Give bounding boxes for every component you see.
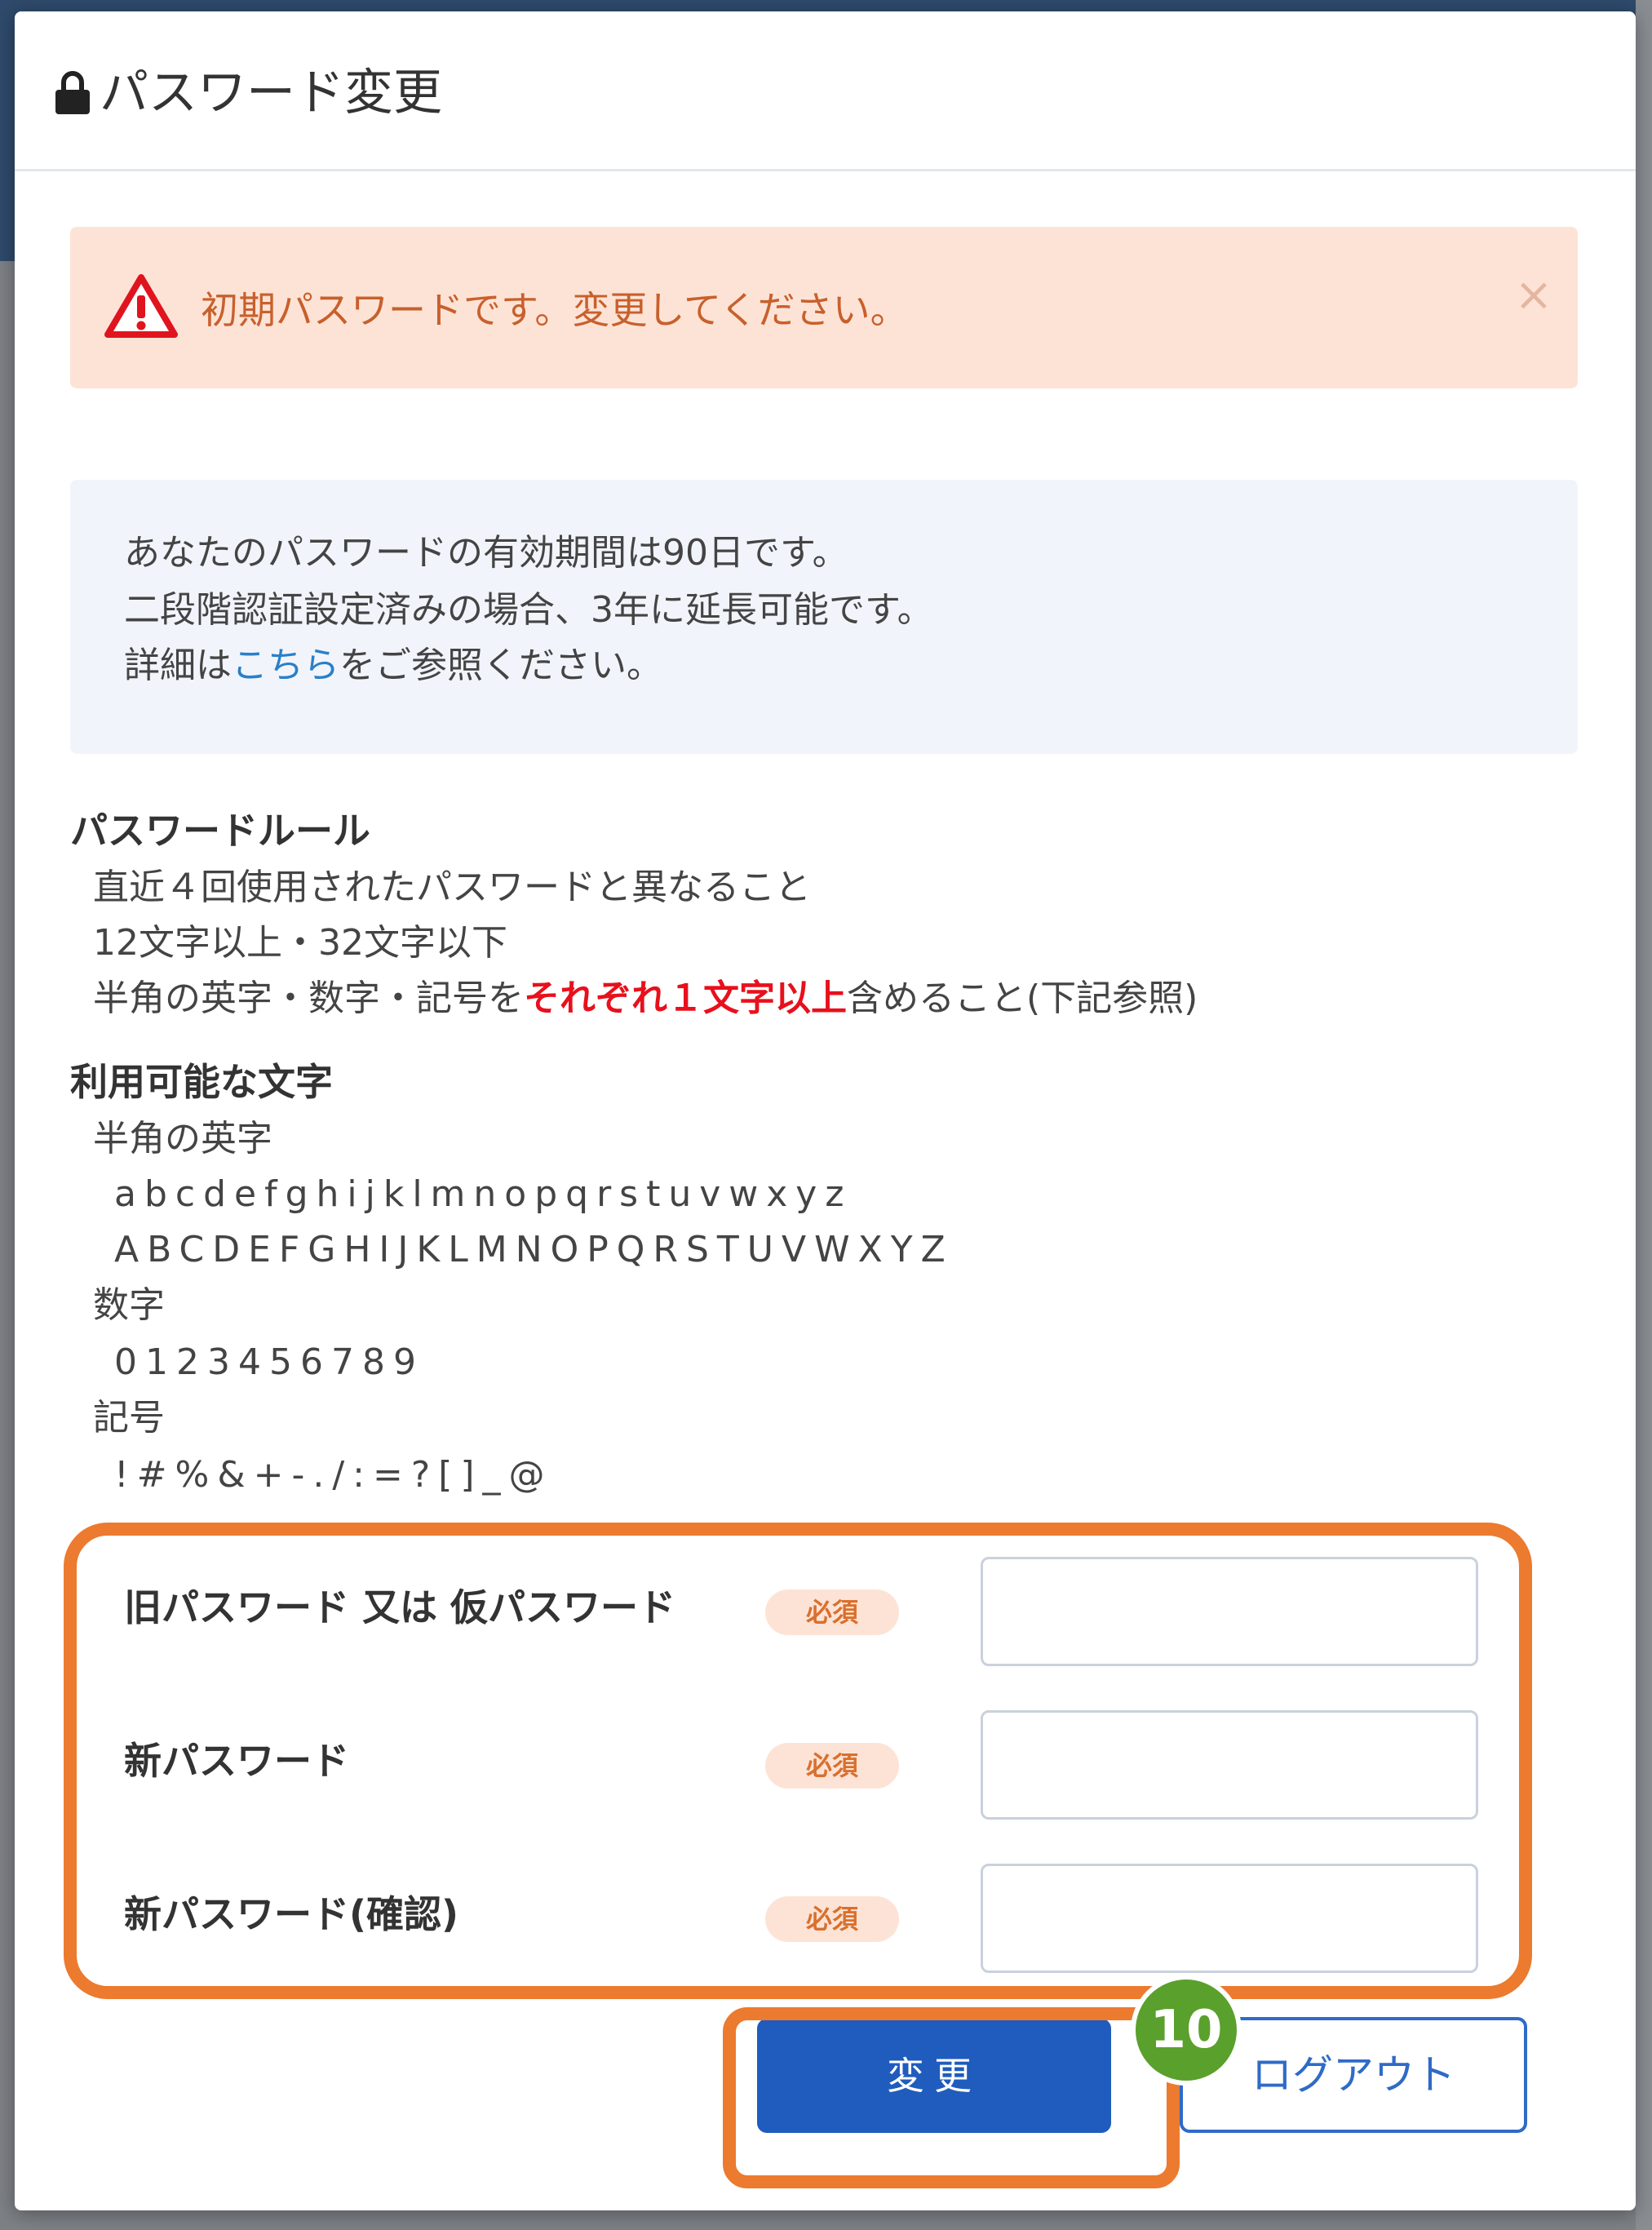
- alert-message: 初期パスワードです。変更してください。: [201, 288, 908, 332]
- digit-label: 数字: [93, 1284, 165, 1326]
- rule-length: 12文字以上・32文字以下: [93, 922, 507, 964]
- validity-info-box: あなたのパスワードの有効期間は90日です。 二段階認証設定済みの場合、3年に延長…: [70, 480, 1578, 754]
- rule-composition: 半角の英字・数字・記号をそれぞれ１文字以上含めること(下記参照): [93, 974, 1198, 1023]
- uppercase-chars: ABCDEFGHIJKLMNOPQRSTUVWXYZ: [114, 1229, 954, 1270]
- rule-composition-prefix: 半角の英字・数字・記号を: [93, 978, 524, 1019]
- modal-title: パスワード変更: [100, 64, 442, 122]
- warning-icon: [104, 274, 178, 338]
- rule-history: 直近４回使用されたパスワードと異なること: [93, 867, 811, 908]
- form-annotation-highlight: [64, 1523, 1532, 1999]
- modal-header: パスワード変更: [15, 11, 1636, 171]
- digit-chars: 0123456789: [114, 1341, 424, 1383]
- step-number-badge: 10: [1131, 1975, 1242, 2086]
- button-annotation-highlight: [723, 2007, 1180, 2188]
- symbol-chars: !#%&+-./:=?[]_@: [114, 1454, 553, 1496]
- allowed-chars-heading: 利用可能な文字: [70, 1060, 333, 1104]
- rule-composition-emphasis: それぞれ１文字以上: [524, 978, 847, 1019]
- password-rules-heading: パスワードルール: [70, 809, 370, 853]
- info-details-suffix: をご参照ください。: [339, 645, 662, 686]
- password-change-modal: パスワード変更 初期パスワードです。変更してください。 × あなたのパスワードの…: [15, 11, 1636, 2210]
- symbol-label: 記号: [93, 1397, 165, 1439]
- initial-password-alert: 初期パスワードです。変更してください。 ×: [70, 227, 1578, 388]
- alpha-label: 半角の英字: [93, 1118, 272, 1159]
- info-validity-period: あなたのパスワードの有効期間は90日です。: [124, 532, 848, 574]
- lock-icon: [55, 71, 90, 114]
- close-icon[interactable]: ×: [1512, 273, 1555, 318]
- details-link[interactable]: こちら: [232, 645, 339, 686]
- info-two-factor-extension: 二段階認証設定済みの場合、3年に延長可能です。: [124, 589, 933, 631]
- backdrop-side: [1636, 0, 1652, 2230]
- info-details: 詳細はこちらをご参照ください。: [124, 641, 662, 690]
- rule-composition-suffix: 含めること(下記参照): [847, 978, 1198, 1019]
- lowercase-chars: abcdefghijklmnopqrstuvwxyz: [114, 1173, 853, 1215]
- info-details-prefix: 詳細は: [124, 645, 232, 686]
